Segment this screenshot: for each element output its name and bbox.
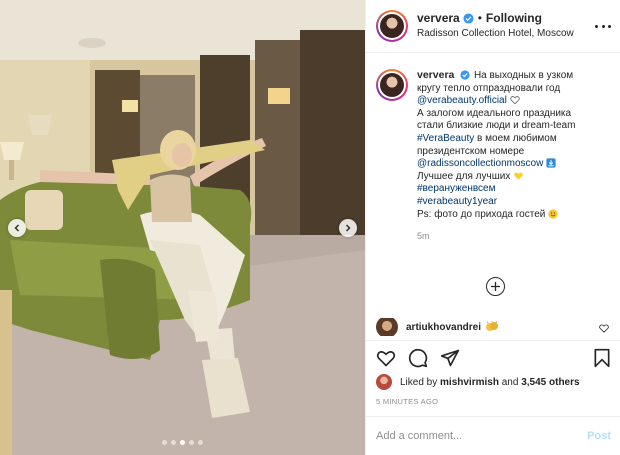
- comment-item: artiukhovandrei: [376, 318, 611, 336]
- carousel-indicator: [0, 440, 365, 445]
- post-actions-bar: [366, 340, 620, 374]
- carousel-dot: [189, 440, 194, 445]
- comment-input[interactable]: [376, 430, 588, 442]
- white-heart-emoji-icon: [509, 96, 520, 105]
- likes-count[interactable]: 3,545 others: [521, 377, 579, 388]
- caption-text: президентском номере: [417, 145, 525, 157]
- caption-text: На выходных в узком: [473, 70, 574, 81]
- post-timestamp: 5 MINUTES AGO: [376, 397, 439, 406]
- heart-icon[interactable]: [376, 348, 396, 368]
- photo-scene: [0, 0, 365, 455]
- author-username[interactable]: ververa: [417, 11, 460, 26]
- likes-summary: Liked by mishvirmish and 3,545 others: [376, 374, 580, 390]
- post-side-panel: ververa • Following Radisson Collection …: [365, 0, 620, 455]
- hashtag-link[interactable]: #верануженвсем: [417, 183, 611, 196]
- share-icon[interactable]: [440, 348, 460, 368]
- likes-and: and: [501, 376, 519, 388]
- smile-emoji-icon: [548, 208, 558, 219]
- mention-link[interactable]: @radissoncollectionmoscow: [417, 158, 543, 169]
- plus-circle-icon[interactable]: [486, 277, 505, 296]
- caption-text: Ps: фото до прихода гостей: [417, 208, 546, 220]
- caption-username[interactable]: ververa: [417, 69, 454, 81]
- avatar[interactable]: [376, 374, 392, 390]
- caption-text: стали близкие люди и dream-team: [417, 120, 576, 132]
- caption-text: в моем любимом: [474, 132, 557, 144]
- carousel-dot-active: [180, 440, 185, 445]
- avatar[interactable]: [376, 10, 408, 42]
- separator-dot: •: [477, 11, 482, 25]
- carousel-dot: [171, 440, 176, 445]
- caption-text: кругу тепло отпраздновали год: [417, 82, 561, 94]
- post-caption: ververa На выходных в узком кругу тепло …: [376, 69, 611, 243]
- yellow-heart-emoji-icon: [514, 172, 523, 180]
- bookmark-icon[interactable]: [592, 348, 612, 368]
- comment-icon[interactable]: [408, 348, 428, 368]
- verified-badge-icon: [460, 70, 471, 81]
- add-comment-bar: Post: [366, 416, 620, 455]
- hashtag-link[interactable]: #VeraBeauty: [417, 133, 474, 144]
- clap-emoji-icon: [486, 321, 499, 331]
- download-emoji-icon: [546, 158, 556, 168]
- location-link[interactable]: Radisson Collection Hotel, Moscow: [417, 26, 574, 41]
- caption-timestamp: 5m: [417, 231, 430, 242]
- likes-prefix: Liked by: [400, 376, 438, 388]
- chevron-right-icon: [346, 224, 351, 232]
- post-photo[interactable]: [0, 0, 365, 455]
- more-options-icon[interactable]: [595, 18, 611, 34]
- comment-like-heart-icon[interactable]: [599, 324, 609, 333]
- carousel-dot: [198, 440, 203, 445]
- carousel-prev-button[interactable]: [8, 219, 26, 237]
- carousel-next-button[interactable]: [339, 219, 357, 237]
- avatar[interactable]: [376, 318, 398, 336]
- following-button[interactable]: Following: [486, 11, 542, 26]
- chevron-left-icon: [14, 224, 19, 232]
- post-comment-button[interactable]: Post: [587, 430, 611, 442]
- avatar[interactable]: [376, 69, 408, 101]
- caption-text: А залогом идеального праздника: [417, 107, 572, 119]
- comment-username[interactable]: artiukhovandrei: [406, 322, 481, 333]
- mention-link[interactable]: @verabeauty.official: [417, 95, 507, 106]
- liker-username[interactable]: mishvirmish: [440, 377, 499, 388]
- verified-badge-icon: [463, 13, 474, 24]
- hashtag-link[interactable]: #verabeauty1year: [417, 196, 611, 209]
- carousel-dot: [162, 440, 167, 445]
- caption-text: Лучшее для лучших: [417, 170, 511, 182]
- post-header: ververa • Following Radisson Collection …: [366, 0, 620, 53]
